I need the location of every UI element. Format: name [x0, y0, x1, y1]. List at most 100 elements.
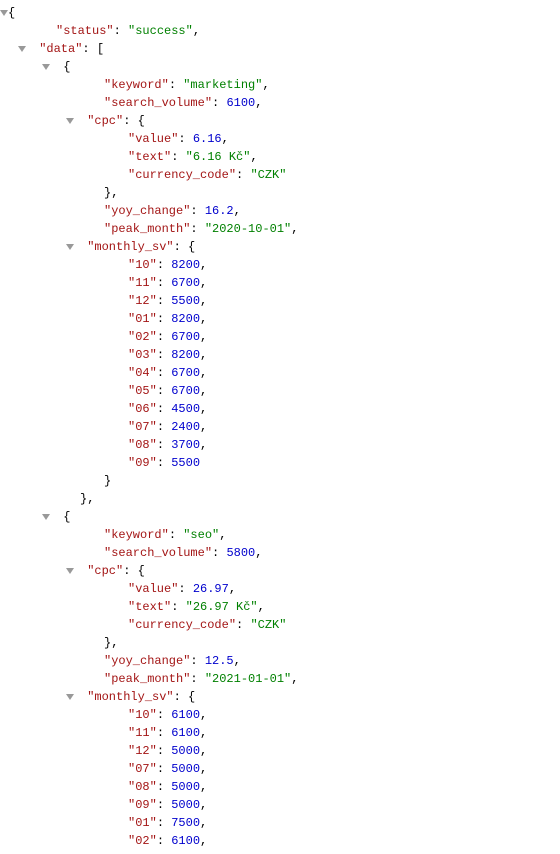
chevron-down-icon[interactable] [42, 64, 50, 70]
json-number: 6700 [171, 328, 200, 346]
json-number: 6700 [171, 382, 200, 400]
chevron-down-icon[interactable] [66, 244, 74, 250]
json-line[interactable]: "cpc": { [8, 562, 552, 580]
json-string: "success" [128, 22, 193, 40]
json-punct: , [234, 202, 241, 220]
json-key: "07" [128, 418, 157, 436]
json-string: "2021-01-01" [205, 670, 291, 688]
chevron-down-icon[interactable] [0, 10, 8, 16]
json-punct: { [56, 58, 70, 76]
json-key: "02" [128, 328, 157, 346]
json-line: "07": 5000, [8, 760, 552, 778]
json-punct: , [222, 130, 229, 148]
json-line: "02": 6100, [8, 832, 552, 850]
json-line[interactable]: { [8, 508, 552, 526]
json-key: "currency_code" [128, 166, 236, 184]
json-line: "09": 5500 [8, 454, 552, 472]
json-line: "peak_month": "2020-10-01", [8, 220, 552, 238]
json-string: "26.97 Kč" [186, 598, 258, 616]
chevron-down-icon[interactable] [66, 568, 74, 574]
json-punct: : [212, 94, 226, 112]
json-number: 6700 [171, 274, 200, 292]
json-number: 6100 [226, 94, 255, 112]
json-key: "cpc" [87, 112, 123, 130]
json-key: "text" [128, 148, 171, 166]
chevron-down-icon[interactable] [66, 118, 74, 124]
json-punct: : [169, 76, 183, 94]
json-number: 6100 [171, 832, 200, 850]
json-string: "CZK" [250, 616, 286, 634]
json-number: 6100 [171, 724, 200, 742]
json-key: "08" [128, 436, 157, 454]
json-punct: : [157, 814, 171, 832]
json-punct: : [171, 148, 185, 166]
json-punct: , [200, 724, 207, 742]
json-line[interactable]: "data": [ [8, 40, 552, 58]
json-line[interactable]: "monthly_sv": { [8, 238, 552, 256]
json-punct: }, [104, 634, 118, 652]
json-number: 8200 [171, 256, 200, 274]
json-line: "01": 8200, [8, 310, 552, 328]
json-punct: , [200, 328, 207, 346]
json-line[interactable]: { [8, 58, 552, 76]
json-number: 8200 [171, 310, 200, 328]
json-line: "01": 7500, [8, 814, 552, 832]
json-key: "11" [128, 274, 157, 292]
json-line: }, [8, 184, 552, 202]
json-key: "05" [128, 382, 157, 400]
json-key: "data" [39, 40, 82, 58]
json-punct [80, 562, 87, 580]
json-key: "07" [128, 760, 157, 778]
json-number: 12.5 [205, 652, 234, 670]
json-punct: , [200, 346, 207, 364]
json-line: "10": 8200, [8, 256, 552, 274]
json-number: 5500 [171, 454, 200, 472]
json-punct: , [200, 832, 207, 850]
json-punct [80, 112, 87, 130]
json-number: 6700 [171, 364, 200, 382]
json-line: "status": "success", [8, 22, 552, 40]
json-line: "08": 3700, [8, 436, 552, 454]
json-line: "peak_month": "2021-01-01", [8, 670, 552, 688]
json-punct: : [157, 724, 171, 742]
json-key: "status" [56, 22, 114, 40]
json-punct: : [157, 364, 171, 382]
json-key: "10" [128, 256, 157, 274]
json-line[interactable]: "monthly_sv": { [8, 688, 552, 706]
json-punct: : [190, 670, 204, 688]
json-line: } [8, 472, 552, 490]
json-punct: : [190, 652, 204, 670]
json-punct: : [157, 256, 171, 274]
json-punct: : [190, 220, 204, 238]
json-punct: : [157, 310, 171, 328]
json-key: "search_volume" [104, 94, 212, 112]
json-punct: , [200, 760, 207, 778]
json-punct [80, 688, 87, 706]
json-key: "09" [128, 454, 157, 472]
json-punct: , [200, 310, 207, 328]
json-punct: : [178, 580, 192, 598]
json-key: "10" [128, 706, 157, 724]
json-key: "value" [128, 130, 178, 148]
json-line[interactable]: { [8, 4, 552, 22]
json-line: "keyword": "marketing", [8, 76, 552, 94]
json-key: "01" [128, 814, 157, 832]
chevron-down-icon[interactable] [66, 694, 74, 700]
json-punct: : [157, 346, 171, 364]
json-line: "yoy_change": 12.5, [8, 652, 552, 670]
json-line: "text": "26.97 Kč", [8, 598, 552, 616]
json-line: "value": 6.16, [8, 130, 552, 148]
json-punct: : { [123, 112, 145, 130]
json-line[interactable]: "cpc": { [8, 112, 552, 130]
chevron-down-icon[interactable] [18, 46, 26, 52]
json-number: 5000 [171, 742, 200, 760]
json-line: "03": 8200, [8, 346, 552, 364]
json-line: }, [8, 634, 552, 652]
json-string: "2020-10-01" [205, 220, 291, 238]
json-punct [80, 238, 87, 256]
json-punct: : [190, 202, 204, 220]
json-line: "08": 5000, [8, 778, 552, 796]
chevron-down-icon[interactable] [42, 514, 50, 520]
json-punct: , [200, 814, 207, 832]
json-punct: : [ [82, 40, 104, 58]
